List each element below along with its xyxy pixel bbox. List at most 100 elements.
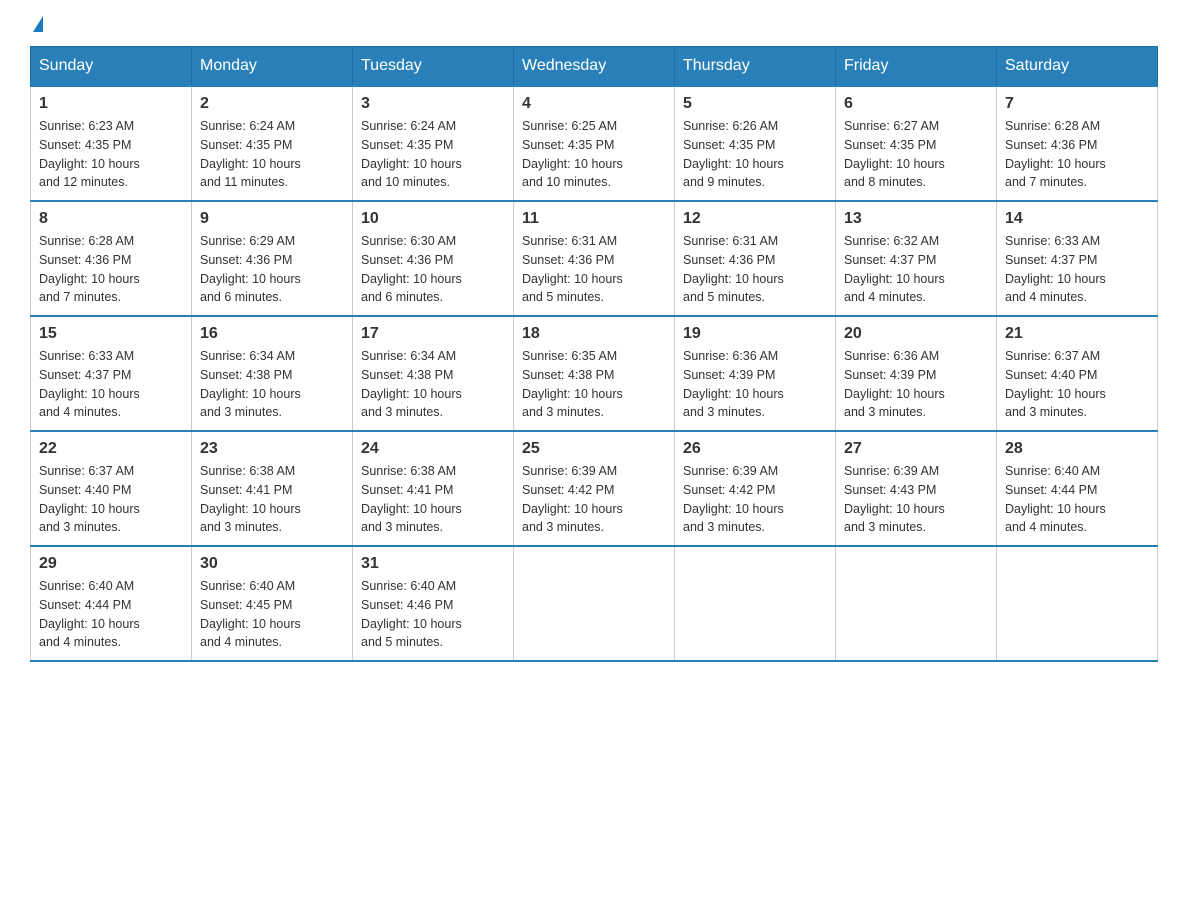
day-info: Sunrise: 6:33 AM Sunset: 4:37 PM Dayligh… bbox=[1005, 232, 1149, 307]
day-info: Sunrise: 6:35 AM Sunset: 4:38 PM Dayligh… bbox=[522, 347, 666, 422]
day-info: Sunrise: 6:38 AM Sunset: 4:41 PM Dayligh… bbox=[361, 462, 505, 537]
calendar-cell: 7 Sunrise: 6:28 AM Sunset: 4:36 PM Dayli… bbox=[997, 86, 1158, 201]
calendar-cell bbox=[514, 546, 675, 661]
day-info: Sunrise: 6:38 AM Sunset: 4:41 PM Dayligh… bbox=[200, 462, 344, 537]
calendar-cell: 14 Sunrise: 6:33 AM Sunset: 4:37 PM Dayl… bbox=[997, 201, 1158, 316]
day-info: Sunrise: 6:25 AM Sunset: 4:35 PM Dayligh… bbox=[522, 117, 666, 192]
day-number: 10 bbox=[361, 210, 505, 228]
calendar-cell: 8 Sunrise: 6:28 AM Sunset: 4:36 PM Dayli… bbox=[31, 201, 192, 316]
calendar-cell: 30 Sunrise: 6:40 AM Sunset: 4:45 PM Dayl… bbox=[192, 546, 353, 661]
calendar-cell: 21 Sunrise: 6:37 AM Sunset: 4:40 PM Dayl… bbox=[997, 316, 1158, 431]
day-info: Sunrise: 6:28 AM Sunset: 4:36 PM Dayligh… bbox=[1005, 117, 1149, 192]
calendar-cell: 12 Sunrise: 6:31 AM Sunset: 4:36 PM Dayl… bbox=[675, 201, 836, 316]
logo-triangle-icon bbox=[33, 16, 43, 32]
calendar-week-row: 1 Sunrise: 6:23 AM Sunset: 4:35 PM Dayli… bbox=[31, 86, 1158, 201]
day-number: 20 bbox=[844, 325, 988, 343]
logo bbox=[30, 20, 43, 36]
day-info: Sunrise: 6:29 AM Sunset: 4:36 PM Dayligh… bbox=[200, 232, 344, 307]
day-info: Sunrise: 6:26 AM Sunset: 4:35 PM Dayligh… bbox=[683, 117, 827, 192]
day-number: 19 bbox=[683, 325, 827, 343]
weekday-header-tuesday: Tuesday bbox=[353, 47, 514, 87]
calendar-table: SundayMondayTuesdayWednesdayThursdayFrid… bbox=[30, 46, 1158, 662]
day-info: Sunrise: 6:24 AM Sunset: 4:35 PM Dayligh… bbox=[200, 117, 344, 192]
day-number: 12 bbox=[683, 210, 827, 228]
day-number: 3 bbox=[361, 95, 505, 113]
calendar-cell: 2 Sunrise: 6:24 AM Sunset: 4:35 PM Dayli… bbox=[192, 86, 353, 201]
day-number: 26 bbox=[683, 440, 827, 458]
weekday-header-sunday: Sunday bbox=[31, 47, 192, 87]
calendar-cell bbox=[997, 546, 1158, 661]
day-info: Sunrise: 6:40 AM Sunset: 4:45 PM Dayligh… bbox=[200, 577, 344, 652]
day-info: Sunrise: 6:34 AM Sunset: 4:38 PM Dayligh… bbox=[200, 347, 344, 422]
day-info: Sunrise: 6:30 AM Sunset: 4:36 PM Dayligh… bbox=[361, 232, 505, 307]
weekday-header-wednesday: Wednesday bbox=[514, 47, 675, 87]
day-number: 29 bbox=[39, 555, 183, 573]
day-number: 6 bbox=[844, 95, 988, 113]
weekday-header-monday: Monday bbox=[192, 47, 353, 87]
day-number: 17 bbox=[361, 325, 505, 343]
day-number: 2 bbox=[200, 95, 344, 113]
day-number: 1 bbox=[39, 95, 183, 113]
calendar-cell: 20 Sunrise: 6:36 AM Sunset: 4:39 PM Dayl… bbox=[836, 316, 997, 431]
calendar-cell: 17 Sunrise: 6:34 AM Sunset: 4:38 PM Dayl… bbox=[353, 316, 514, 431]
day-info: Sunrise: 6:36 AM Sunset: 4:39 PM Dayligh… bbox=[844, 347, 988, 422]
day-number: 28 bbox=[1005, 440, 1149, 458]
day-number: 8 bbox=[39, 210, 183, 228]
day-number: 25 bbox=[522, 440, 666, 458]
calendar-cell: 28 Sunrise: 6:40 AM Sunset: 4:44 PM Dayl… bbox=[997, 431, 1158, 546]
calendar-cell: 27 Sunrise: 6:39 AM Sunset: 4:43 PM Dayl… bbox=[836, 431, 997, 546]
calendar-cell bbox=[675, 546, 836, 661]
calendar-week-row: 15 Sunrise: 6:33 AM Sunset: 4:37 PM Dayl… bbox=[31, 316, 1158, 431]
calendar-cell: 6 Sunrise: 6:27 AM Sunset: 4:35 PM Dayli… bbox=[836, 86, 997, 201]
day-number: 4 bbox=[522, 95, 666, 113]
calendar-cell: 25 Sunrise: 6:39 AM Sunset: 4:42 PM Dayl… bbox=[514, 431, 675, 546]
day-info: Sunrise: 6:28 AM Sunset: 4:36 PM Dayligh… bbox=[39, 232, 183, 307]
day-info: Sunrise: 6:40 AM Sunset: 4:44 PM Dayligh… bbox=[39, 577, 183, 652]
day-number: 27 bbox=[844, 440, 988, 458]
day-number: 7 bbox=[1005, 95, 1149, 113]
day-info: Sunrise: 6:32 AM Sunset: 4:37 PM Dayligh… bbox=[844, 232, 988, 307]
day-number: 9 bbox=[200, 210, 344, 228]
day-info: Sunrise: 6:23 AM Sunset: 4:35 PM Dayligh… bbox=[39, 117, 183, 192]
calendar-week-row: 29 Sunrise: 6:40 AM Sunset: 4:44 PM Dayl… bbox=[31, 546, 1158, 661]
calendar-week-row: 22 Sunrise: 6:37 AM Sunset: 4:40 PM Dayl… bbox=[31, 431, 1158, 546]
calendar-cell: 5 Sunrise: 6:26 AM Sunset: 4:35 PM Dayli… bbox=[675, 86, 836, 201]
day-info: Sunrise: 6:31 AM Sunset: 4:36 PM Dayligh… bbox=[522, 232, 666, 307]
calendar-cell: 16 Sunrise: 6:34 AM Sunset: 4:38 PM Dayl… bbox=[192, 316, 353, 431]
calendar-cell: 3 Sunrise: 6:24 AM Sunset: 4:35 PM Dayli… bbox=[353, 86, 514, 201]
day-number: 21 bbox=[1005, 325, 1149, 343]
day-info: Sunrise: 6:37 AM Sunset: 4:40 PM Dayligh… bbox=[39, 462, 183, 537]
day-info: Sunrise: 6:40 AM Sunset: 4:44 PM Dayligh… bbox=[1005, 462, 1149, 537]
calendar-cell: 31 Sunrise: 6:40 AM Sunset: 4:46 PM Dayl… bbox=[353, 546, 514, 661]
calendar-cell: 22 Sunrise: 6:37 AM Sunset: 4:40 PM Dayl… bbox=[31, 431, 192, 546]
day-info: Sunrise: 6:37 AM Sunset: 4:40 PM Dayligh… bbox=[1005, 347, 1149, 422]
day-number: 30 bbox=[200, 555, 344, 573]
day-info: Sunrise: 6:39 AM Sunset: 4:43 PM Dayligh… bbox=[844, 462, 988, 537]
day-number: 31 bbox=[361, 555, 505, 573]
weekday-header-friday: Friday bbox=[836, 47, 997, 87]
calendar-cell: 15 Sunrise: 6:33 AM Sunset: 4:37 PM Dayl… bbox=[31, 316, 192, 431]
calendar-cell: 1 Sunrise: 6:23 AM Sunset: 4:35 PM Dayli… bbox=[31, 86, 192, 201]
calendar-cell: 10 Sunrise: 6:30 AM Sunset: 4:36 PM Dayl… bbox=[353, 201, 514, 316]
day-info: Sunrise: 6:40 AM Sunset: 4:46 PM Dayligh… bbox=[361, 577, 505, 652]
day-info: Sunrise: 6:39 AM Sunset: 4:42 PM Dayligh… bbox=[522, 462, 666, 537]
calendar-cell bbox=[836, 546, 997, 661]
day-number: 13 bbox=[844, 210, 988, 228]
day-number: 16 bbox=[200, 325, 344, 343]
calendar-cell: 18 Sunrise: 6:35 AM Sunset: 4:38 PM Dayl… bbox=[514, 316, 675, 431]
day-number: 22 bbox=[39, 440, 183, 458]
calendar-cell: 13 Sunrise: 6:32 AM Sunset: 4:37 PM Dayl… bbox=[836, 201, 997, 316]
calendar-cell: 19 Sunrise: 6:36 AM Sunset: 4:39 PM Dayl… bbox=[675, 316, 836, 431]
day-info: Sunrise: 6:36 AM Sunset: 4:39 PM Dayligh… bbox=[683, 347, 827, 422]
day-info: Sunrise: 6:31 AM Sunset: 4:36 PM Dayligh… bbox=[683, 232, 827, 307]
calendar-cell: 26 Sunrise: 6:39 AM Sunset: 4:42 PM Dayl… bbox=[675, 431, 836, 546]
day-number: 24 bbox=[361, 440, 505, 458]
calendar-cell: 23 Sunrise: 6:38 AM Sunset: 4:41 PM Dayl… bbox=[192, 431, 353, 546]
calendar-cell: 11 Sunrise: 6:31 AM Sunset: 4:36 PM Dayl… bbox=[514, 201, 675, 316]
day-info: Sunrise: 6:24 AM Sunset: 4:35 PM Dayligh… bbox=[361, 117, 505, 192]
page-header bbox=[30, 20, 1158, 36]
day-info: Sunrise: 6:33 AM Sunset: 4:37 PM Dayligh… bbox=[39, 347, 183, 422]
calendar-week-row: 8 Sunrise: 6:28 AM Sunset: 4:36 PM Dayli… bbox=[31, 201, 1158, 316]
weekday-header-saturday: Saturday bbox=[997, 47, 1158, 87]
day-number: 14 bbox=[1005, 210, 1149, 228]
